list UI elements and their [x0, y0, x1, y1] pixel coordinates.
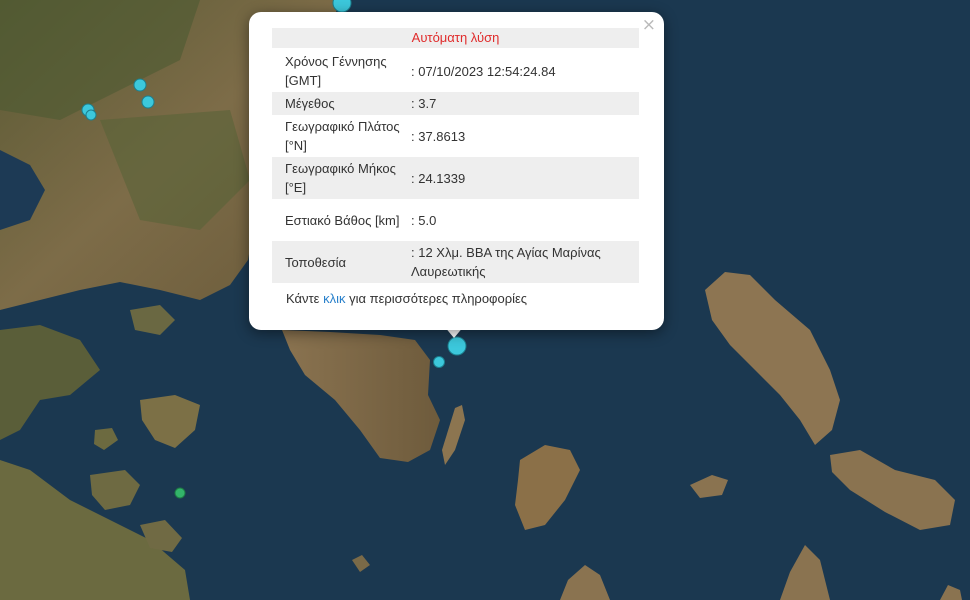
- more-info-text-before: Κάντε: [286, 291, 324, 306]
- info-value-magnitude: : 3.7: [409, 92, 639, 115]
- info-label-location: Τοποθεσία: [272, 241, 409, 283]
- info-label-latitude: Γεωγραφικό Πλάτος [°N]: [285, 119, 400, 153]
- earthquake-marker[interactable]: [133, 78, 147, 92]
- earthquake-marker[interactable]: [433, 356, 445, 368]
- more-info-line: Κάντε κλικ για περισσότερες πληροφορίες: [286, 291, 527, 306]
- info-label-time: Χρόνος Γέννησης [GMT]: [285, 54, 387, 88]
- info-row: Τοποθεσία : 12 Χλμ. ΒΒΑ της Αγίας Μαρίνα…: [272, 241, 639, 283]
- info-row: Μέγεθος : 3.7: [272, 92, 639, 115]
- earthquake-popup: × Αυτόματη λύση Χρόνος Γέννησης [GMT] : …: [249, 12, 664, 330]
- info-label-longitude: Γεωγραφικό Μήκος [°E]: [272, 157, 409, 199]
- satellite-map[interactable]: × Αυτόματη λύση Χρόνος Γέννησης [GMT] : …: [0, 0, 970, 600]
- info-value-depth: : 5.0: [411, 212, 437, 228]
- earthquake-marker[interactable]: [141, 95, 155, 109]
- info-row: Γεωγραφικό Μήκος [°E] : 24.1339: [272, 157, 639, 199]
- earthquake-marker[interactable]: [174, 487, 186, 499]
- info-value-location: : 12 Χλμ. ΒΒΑ της Αγίας Μαρίνας Λαυρεωτι…: [409, 241, 639, 283]
- selected-earthquake-marker[interactable]: [447, 336, 467, 356]
- close-icon[interactable]: ×: [642, 16, 656, 34]
- earthquake-info-table: Χρόνος Γέννησης [GMT] : 07/10/2023 12:54…: [272, 50, 639, 283]
- info-label-magnitude: Μέγεθος: [272, 92, 409, 115]
- more-info-link[interactable]: κλικ: [323, 291, 345, 306]
- info-label-depth: Εστιακό Βάθος [km]: [285, 212, 400, 228]
- info-row: Εστιακό Βάθος [km] : 5.0: [272, 199, 639, 241]
- info-value-latitude: : 37.8613: [411, 128, 466, 144]
- info-value-longitude: : 24.1339: [409, 157, 639, 199]
- info-value-time: : 07/10/2023 12:54:24.84: [411, 63, 556, 79]
- popup-title: Αυτόματη λύση: [272, 28, 639, 48]
- info-row: Γεωγραφικό Πλάτος [°N] : 37.8613: [272, 115, 639, 157]
- earthquake-marker[interactable]: [85, 109, 97, 121]
- info-row: Χρόνος Γέννησης [GMT] : 07/10/2023 12:54…: [272, 50, 639, 92]
- more-info-text-after: για περισσότερες πληροφορίες: [345, 291, 528, 306]
